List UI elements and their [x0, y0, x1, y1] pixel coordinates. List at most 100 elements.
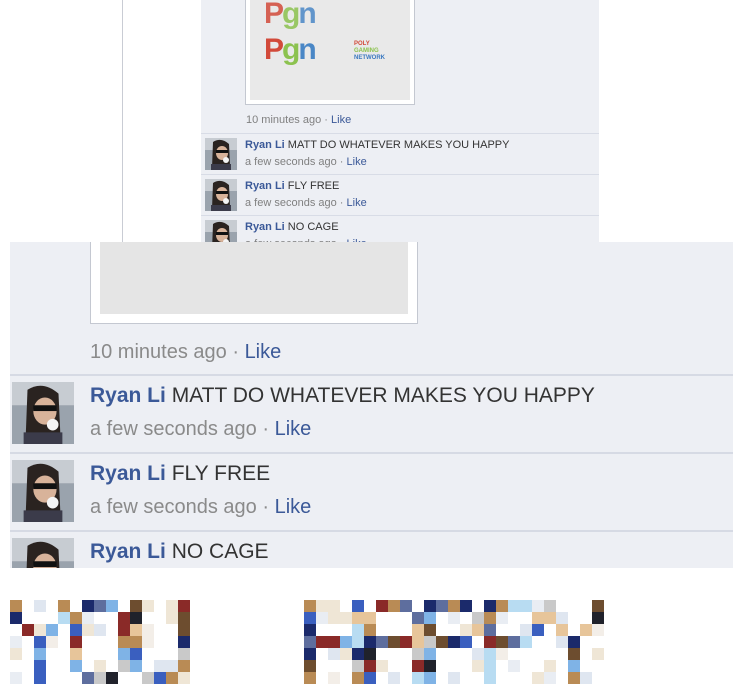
- author-name[interactable]: Ryan Li: [90, 540, 166, 563]
- thumbnail-canvas: [100, 242, 408, 314]
- pixel-cell: [388, 600, 400, 612]
- pixel-cell: [82, 660, 94, 672]
- pixel-cell: [400, 660, 412, 672]
- pixel-cell: [166, 624, 178, 636]
- pixel-cell: [178, 612, 190, 624]
- comment-text-line: Ryan Li NO CAGE: [90, 540, 269, 564]
- pixel-cell: [22, 624, 34, 636]
- image-time: 10 minutes ago: [246, 114, 322, 126]
- comment-time: a few seconds ago: [90, 418, 257, 440]
- logo-tagline-2: GAMING: [354, 48, 379, 54]
- pixel-cell: [58, 672, 70, 684]
- pixel-cell: [544, 612, 556, 624]
- pixel-cell: [10, 624, 22, 636]
- attached-image-thumbnail[interactable]: Pgn Pgn POLY GAMING NETWORK: [245, 0, 415, 105]
- pixel-cell: [70, 660, 82, 672]
- pixel-cell: [424, 636, 436, 648]
- pixel-cell: [328, 624, 340, 636]
- pixel-cell: [484, 600, 496, 612]
- pixel-cell: [580, 660, 592, 672]
- pixel-cell: [154, 660, 166, 672]
- author-name[interactable]: Ryan Li: [245, 139, 285, 151]
- pixel-cell: [412, 600, 424, 612]
- pixel-cell: [118, 612, 130, 624]
- pixel-cell: [496, 600, 508, 612]
- pixel-cell: [106, 612, 118, 624]
- pixel-cell: [508, 672, 520, 684]
- pixel-cell: [376, 624, 388, 636]
- pixel-cell: [166, 600, 178, 612]
- pixel-cell: [34, 660, 46, 672]
- pixel-cell: [520, 600, 532, 612]
- pixel-cell: [34, 648, 46, 660]
- thumbnail-canvas: Pgn Pgn POLY GAMING NETWORK: [250, 0, 410, 100]
- pixel-cell: [94, 648, 106, 660]
- pixel-cell: [364, 648, 376, 660]
- pixel-cell: [304, 600, 316, 612]
- pixel-cell: [568, 600, 580, 612]
- pixel-cell: [376, 636, 388, 648]
- pixel-cell: [154, 672, 166, 684]
- pixel-cell: [364, 672, 376, 684]
- pixel-cell: [448, 600, 460, 612]
- pixel-cell: [556, 612, 568, 624]
- comment-text-line: Ryan Li MATT DO WHATEVER MAKES YOU HAPPY: [90, 384, 595, 408]
- attached-image-thumbnail[interactable]: [90, 242, 418, 324]
- avatar[interactable]: [12, 538, 74, 568]
- pixel-cell: [544, 660, 556, 672]
- avatar[interactable]: [12, 460, 74, 522]
- logo-tagline-1: POLY: [354, 41, 370, 47]
- pixel-cell: [340, 624, 352, 636]
- pixel-cell: [340, 612, 352, 624]
- pixel-cell: [484, 636, 496, 648]
- pixel-cell: [436, 648, 448, 660]
- pixel-cell: [94, 660, 106, 672]
- pixel-cell: [376, 672, 388, 684]
- pixel-cell: [544, 636, 556, 648]
- pixel-cell: [58, 600, 70, 612]
- pixel-cell: [424, 624, 436, 636]
- like-link[interactable]: Like: [275, 496, 312, 518]
- author-name[interactable]: Ryan Li: [245, 180, 285, 192]
- pixel-cell: [82, 672, 94, 684]
- like-link[interactable]: Like: [347, 156, 367, 168]
- like-link[interactable]: Like: [245, 341, 282, 363]
- pixel-cell: [142, 636, 154, 648]
- avatar[interactable]: [205, 138, 237, 170]
- pixel-cell: [352, 612, 364, 624]
- pixel-cell: [58, 660, 70, 672]
- author-name[interactable]: Ryan Li: [245, 221, 285, 233]
- pixel-cell: [142, 600, 154, 612]
- pixel-cell: [106, 636, 118, 648]
- pixel-cell: [412, 660, 424, 672]
- pixel-cell: [472, 636, 484, 648]
- pixel-cell: [568, 612, 580, 624]
- pixel-cell: [70, 672, 82, 684]
- pixel-cell: [130, 672, 142, 684]
- pixel-cell: [304, 612, 316, 624]
- pixel-cell: [304, 648, 316, 660]
- comment-text: FLY FREE: [171, 462, 271, 485]
- pixel-cell: [10, 612, 22, 624]
- pixel-cell: [508, 660, 520, 672]
- pixel-cell: [484, 624, 496, 636]
- pixel-cell: [118, 672, 130, 684]
- pixel-cell: [352, 600, 364, 612]
- avatar[interactable]: [205, 179, 237, 211]
- pixel-cell: [568, 672, 580, 684]
- author-name[interactable]: Ryan Li: [90, 462, 166, 485]
- like-link[interactable]: Like: [347, 197, 367, 209]
- pixel-cell: [484, 648, 496, 660]
- comment-text-line: Ryan Li FLY FREE: [245, 180, 339, 192]
- pixel-cell: [142, 672, 154, 684]
- pixel-cell: [448, 612, 460, 624]
- comment-row: Ryan Li NO CAGE: [10, 530, 733, 568]
- like-link[interactable]: Like: [275, 418, 312, 440]
- image-meta: 10 minutes ago · Like: [246, 114, 351, 126]
- pixel-cell: [46, 612, 58, 624]
- avatar[interactable]: [12, 382, 74, 444]
- like-link[interactable]: Like: [331, 114, 351, 126]
- pixel-cell: [142, 624, 154, 636]
- comment-time: a few seconds ago: [245, 197, 337, 209]
- author-name[interactable]: Ryan Li: [90, 384, 166, 407]
